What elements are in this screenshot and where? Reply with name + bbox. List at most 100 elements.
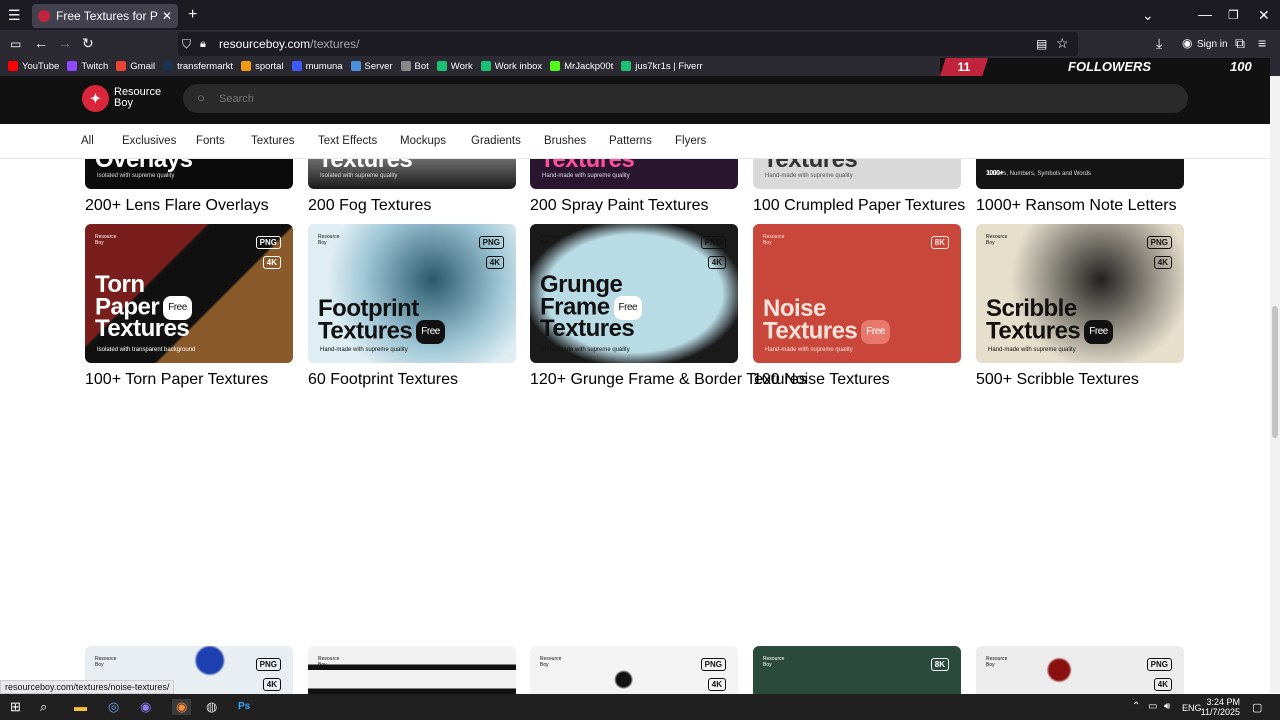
sign-in-link[interactable]: Sign in (1197, 37, 1228, 53)
title-text: Textures (95, 315, 190, 342)
new-tab-icon[interactable]: + (188, 7, 197, 23)
category-brushes[interactable]: Brushes (544, 135, 586, 147)
category-textures[interactable]: Textures (251, 135, 294, 147)
bookmark-item[interactable]: Gmail (116, 61, 155, 72)
bookmark-item[interactable]: sportal (241, 61, 284, 72)
texture-card-title[interactable]: 200 Spray Paint Textures (530, 197, 708, 215)
bookmark-label: Twitch (81, 60, 109, 72)
texture-card-thumbnail[interactable]: Resource Boy 8K (753, 646, 961, 694)
texture-card-title[interactable]: 100 Noise Textures (753, 371, 890, 389)
bookmark-item[interactable]: jus7kr1s | Fiverr (621, 61, 703, 72)
texture-card-thumbnail[interactable]: Resource Boy (308, 646, 516, 694)
thumbnail-brand: Resource Boy (540, 234, 561, 246)
texture-card-thumbnail[interactable]: Textures Isolated with supreme quality (308, 159, 516, 189)
bookmark-star-icon[interactable]: ☆ (1056, 35, 1069, 51)
texture-card-thumbnail[interactable]: Resource Boy PNG 4K (530, 646, 738, 694)
bookmark-item[interactable]: YouTube (8, 61, 59, 72)
followers-banner: 11 FOLLOWERS 100 (940, 58, 1270, 76)
bookmark-favicon-icon (163, 61, 174, 71)
thumbnail-brand: Resource Boy (986, 234, 1007, 246)
texture-card-thumbnail[interactable]: Resource Boy PNG 4K Torn Paper Free Textures Iso… (85, 224, 293, 363)
url-text[interactable]: resourceboy.com/textures/ (219, 37, 360, 51)
texture-card-thumbnail[interactable]: Overlays Isolated with supreme quality (85, 159, 293, 189)
texture-card-title[interactable]: 200+ Lens Flare Overlays (85, 197, 269, 215)
texture-card-thumbnail[interactable]: Textures Hand-made with supreme quality (753, 159, 961, 189)
photoshop-icon[interactable]: Ps (238, 701, 250, 712)
texture-card-title[interactable]: 60 Footprint Textures (308, 371, 458, 389)
reload-icon[interactable]: ↻ (82, 35, 94, 51)
tracking-shield-icon[interactable]: ⛉ (182, 36, 191, 52)
bookmark-item[interactable]: transfermarkt (163, 61, 233, 72)
lock-icon[interactable]: 🔒︎ (200, 36, 206, 52)
obs-icon[interactable]: ◍ (206, 699, 217, 715)
category-gradients[interactable]: Gradients (471, 135, 521, 147)
network-icon[interactable]: ▭ (1148, 701, 1157, 712)
app-menu-icon[interactable]: ≡ (1258, 35, 1266, 51)
thumbnail-brand: Resource Boy (763, 656, 784, 668)
chrome-icon[interactable]: ◎ (108, 699, 119, 715)
minimize-window-icon[interactable]: — (1198, 6, 1212, 22)
windows-start-icon[interactable]: ⊞ (10, 699, 21, 715)
downloads-icon[interactable]: ⤓ (1156, 35, 1162, 51)
sidebar-icon[interactable]: ▭ (10, 36, 21, 52)
page-scrollbar[interactable] (1270, 76, 1280, 693)
account-icon[interactable]: ◉ (1182, 35, 1192, 51)
category-fonts[interactable]: Fonts (196, 135, 225, 147)
viber-icon[interactable]: ◉ (140, 699, 151, 715)
taskbar-search-icon[interactable]: ⌕ (40, 699, 47, 715)
thumbnail-subtitle: Letters, Numbers, Symbols and Words (988, 171, 1091, 177)
forward-icon[interactable]: → (58, 35, 72, 51)
site-logo-text[interactable]: Resource Boy (114, 87, 161, 109)
status-link-url: resourceboy.com/textures/noise-textures/ (0, 680, 175, 694)
notifications-icon[interactable]: ▢ (1252, 701, 1262, 714)
thumbnail-subtitle: Hand-made with supreme quality (988, 347, 1076, 353)
category-mockups[interactable]: Mockups (400, 135, 446, 147)
tab-list-icon[interactable]: ☰ (8, 7, 21, 23)
bookmark-item[interactable]: Work (436, 61, 473, 72)
texture-card-thumbnail[interactable]: Resource Boy PNG 4K (976, 646, 1184, 694)
volume-icon[interactable]: 🔊︎ (1164, 701, 1170, 712)
texture-card-title[interactable]: 200 Fog Textures (308, 197, 431, 215)
tray-overflow-icon[interactable]: ⌃ (1132, 701, 1140, 712)
search-input[interactable] (219, 90, 1119, 108)
category-patterns[interactable]: Patterns (609, 135, 652, 147)
back-icon[interactable]: ← (34, 35, 48, 51)
texture-card-title[interactable]: 500+ Scribble Textures (976, 371, 1139, 389)
texture-card-thumbnail[interactable]: 1000+ Letters, Numbers, Symbols and Words (976, 159, 1184, 189)
category-exclusives[interactable]: Exclusives (122, 135, 176, 147)
address-bar[interactable]: ⛉ 🔒︎ resourceboy.com/textures/ ▤ ☆ (178, 32, 1078, 56)
category-text-effects[interactable]: Text Effects (318, 135, 377, 147)
bookmark-item[interactable]: Bot (400, 61, 429, 72)
bookmark-item[interactable]: mumuna (291, 61, 343, 72)
language-indicator[interactable]: ENG (1182, 703, 1202, 713)
bookmark-item[interactable]: Twitch (67, 61, 108, 72)
scrollbar-thumb[interactable] (1272, 306, 1278, 438)
reader-view-icon[interactable]: ▤ (1036, 36, 1047, 52)
taskbar-clock[interactable]: 3:24 PM 11/7/2025 (1201, 697, 1240, 717)
bookmark-item[interactable]: Server (350, 61, 393, 72)
restore-window-icon[interactable]: ❐ (1228, 7, 1239, 23)
firefox-icon[interactable]: ◉ (172, 699, 192, 715)
close-window-icon[interactable]: ✕ (1258, 7, 1270, 23)
extensions-icon[interactable]: ⧉ (1235, 35, 1245, 51)
texture-card-title[interactable]: 1000+ Ransom Note Letters (976, 197, 1177, 215)
texture-card-title[interactable]: 100+ Torn Paper Textures (85, 371, 268, 389)
file-explorer-icon[interactable]: ▬ (74, 699, 87, 714)
bookmark-item[interactable]: MrJackp00t (550, 61, 613, 72)
format-badge: 4K (1153, 256, 1172, 269)
texture-card-thumbnail[interactable]: Resource Boy PNG 4K Scribble Textures Free Hand… (976, 224, 1184, 363)
texture-card-thumbnail[interactable]: Resource Boy PNG 4K Grunge Frame Free Textures H… (530, 224, 738, 363)
resourceboy-logo-icon[interactable]: ✦ (82, 85, 109, 112)
list-all-tabs-icon[interactable]: ⌄ (1142, 7, 1154, 23)
browser-tab-active[interactable]: Free Textures for Photoshop - R ✕ (32, 4, 178, 28)
texture-card-thumbnail[interactable]: Textures Hand-made with supreme quality (530, 159, 738, 189)
texture-card-thumbnail[interactable]: Resource Boy 8K Noise Textures Free Hand-made … (753, 224, 961, 363)
category-flyers[interactable]: Flyers (675, 135, 706, 147)
format-badge: PNG (255, 658, 281, 671)
bookmark-favicon-icon (291, 61, 302, 71)
close-tab-icon[interactable]: ✕ (162, 9, 172, 23)
category-all[interactable]: All (81, 135, 94, 147)
texture-card-title[interactable]: 100 Crumpled Paper Textures (753, 197, 965, 215)
texture-card-thumbnail[interactable]: Resource Boy PNG 4K Footprint Textures Free Han… (308, 224, 516, 363)
bookmark-item[interactable]: Work inbox (480, 61, 542, 72)
